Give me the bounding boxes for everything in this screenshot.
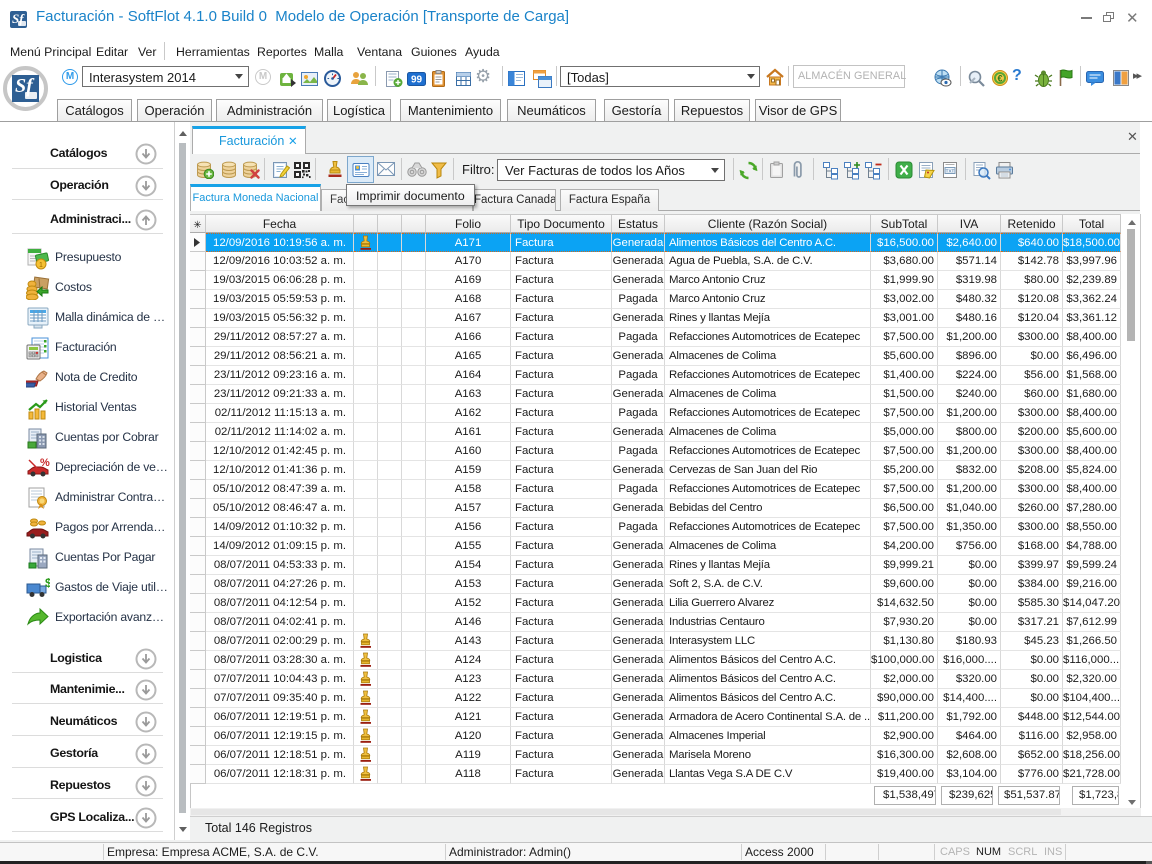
svg-text:$: $ [45, 576, 50, 590]
svg-text:99: 99 [411, 75, 423, 86]
svg-text:TXT: TXT [946, 168, 955, 173]
svg-text:1: 1 [39, 262, 43, 269]
svg-text:%: % [40, 457, 50, 469]
svg-text:€: € [997, 74, 1002, 84]
